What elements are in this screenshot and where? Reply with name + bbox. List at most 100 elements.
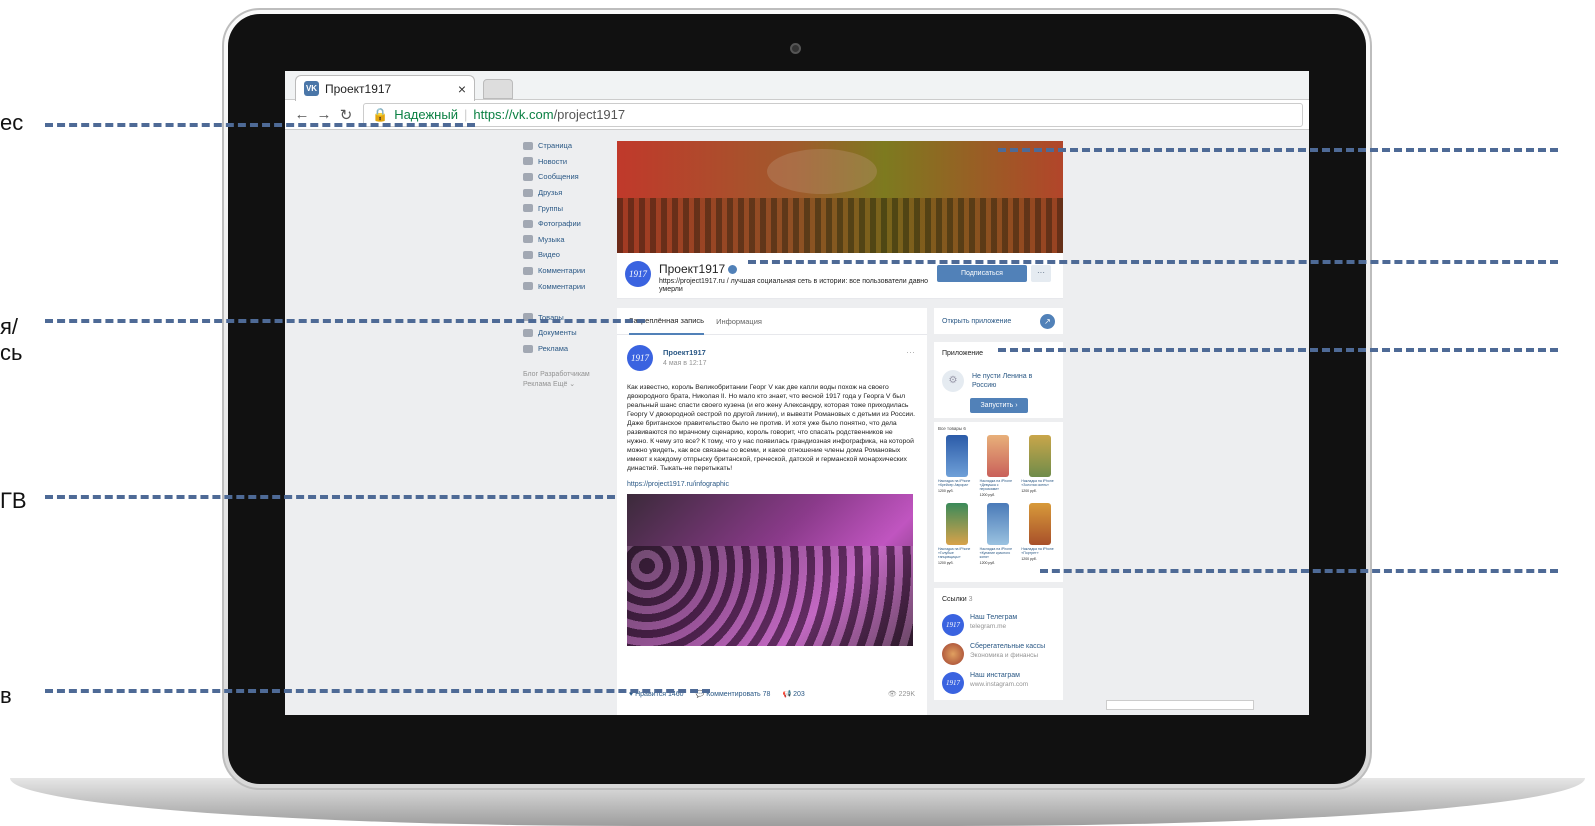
subscribe-button[interactable]: Подписаться xyxy=(937,265,1027,282)
app-name[interactable]: Не пусти Ленина в Россию xyxy=(972,372,1052,390)
nav-item-label: Реклама xyxy=(538,344,569,354)
goods-item[interactable]: Накладка на iPhone «Портрет» 1200 руб. xyxy=(1021,503,1059,567)
left-nav-item[interactable]: Комментарии xyxy=(523,278,613,294)
nav-item-icon xyxy=(523,250,533,259)
nav-item-label: Музыка xyxy=(538,234,565,244)
goods-item[interactable]: Накладка на iPhone «Купание красного кон… xyxy=(980,503,1018,567)
tab-info[interactable]: Информация xyxy=(716,317,762,326)
laptop-mockup: ес я/ сь ГВ в VK Проект1917 × ← → ↻ 🔒 На… xyxy=(0,0,1595,826)
left-nav-footer[interactable]: Блог Разработчикам Реклама Ещё ⌄ xyxy=(523,370,613,390)
guide-line-address xyxy=(45,123,475,127)
goods-caption: Накладка на iPhone «Крейсер Аврора» xyxy=(938,479,971,487)
nav-item-label: Комментарии xyxy=(538,266,586,276)
goods-caption: Накладка на iPhone «Золотая осень» xyxy=(1021,479,1054,487)
browser-tab[interactable]: VK Проект1917 × xyxy=(295,75,475,101)
vk-favicon-icon: VK xyxy=(304,81,319,96)
goods-price: 1200 руб. xyxy=(938,489,954,493)
group-more-button[interactable]: ··· xyxy=(1031,265,1051,282)
goods-caption: Накладка на iPhone «Голубые танцовщицы» xyxy=(938,547,971,559)
left-nav-item[interactable]: Новости xyxy=(523,154,613,170)
post-author[interactable]: Проект1917 xyxy=(663,348,706,357)
nav-item-icon xyxy=(523,157,533,166)
wall: Закреплённая запись Информация 1917 Прое… xyxy=(617,308,927,715)
nav-item-label: Фотографии xyxy=(538,219,581,229)
guide-line-app xyxy=(998,348,1558,352)
link-name: Наш инстаграм xyxy=(970,672,1020,679)
goods-caption: Накладка на iPhone «Девушка с персиками» xyxy=(979,479,1013,491)
post-photo[interactable] xyxy=(627,494,913,646)
run-app-button[interactable]: Запустить › xyxy=(970,398,1028,413)
goods-price: 1200 руб. xyxy=(979,493,996,497)
nav-item-label: Друзья xyxy=(538,188,563,198)
goods-item[interactable]: Накладка на iPhone «Девушка с персиками»… xyxy=(980,435,1018,499)
link-item[interactable]: 1917 Наш инстаграм www.instagram.com xyxy=(942,672,1028,694)
url-host: https://vk.com xyxy=(473,107,554,122)
nav-item-icon xyxy=(523,266,533,275)
goods-block: Все товары 6 Накладка на iPhone «Крейсер… xyxy=(934,422,1063,582)
lock-icon: 🔒 xyxy=(372,106,389,122)
link-item[interactable]: 1917 Наш Телеграм telegram.me xyxy=(942,614,1017,636)
reload-icon[interactable]: ↻ xyxy=(335,106,357,124)
new-tab-button[interactable] xyxy=(483,79,513,99)
goods-image xyxy=(945,435,968,477)
pinned-post: 1917 Проект1917 4 мая в 12:17 ··· Как из… xyxy=(617,335,927,656)
guide-line-cover xyxy=(998,148,1558,152)
side-label-1: ес xyxy=(0,110,24,135)
left-nav-item[interactable]: Реклама xyxy=(523,341,613,357)
goods-item[interactable]: Накладка на iPhone «Голубые танцовщицы» 1… xyxy=(938,503,976,567)
url-field[interactable]: 🔒 Надежный | https://vk.com/project1917 xyxy=(363,102,1303,127)
left-nav-item[interactable]: Музыка xyxy=(523,232,613,248)
goods-image xyxy=(987,503,1010,545)
goods-item[interactable]: Накладка на iPhone «Крейсер Аврора» 1200 … xyxy=(938,435,976,499)
nav-item-icon xyxy=(523,328,533,337)
guide-line-post xyxy=(45,495,615,499)
chat-box[interactable] xyxy=(1106,700,1254,710)
link-name: Сберегательные кассы xyxy=(970,643,1046,650)
nav-item-label: Документы xyxy=(538,328,577,338)
app-gear-icon: ⚙ xyxy=(942,370,964,392)
left-nav-item[interactable] xyxy=(523,294,613,310)
goods-image xyxy=(1029,503,1052,545)
left-nav-item[interactable]: Страница xyxy=(523,138,613,154)
left-nav-item[interactable]: Сообщения xyxy=(523,169,613,185)
back-icon[interactable]: ← xyxy=(291,106,313,123)
group-avatar[interactable]: 1917 xyxy=(625,261,651,287)
post-more-icon[interactable]: ··· xyxy=(906,347,915,357)
left-nav-item[interactable]: Фотографии xyxy=(523,216,613,232)
goods-item[interactable]: Накладка на iPhone «Золотая осень» 1200 р… xyxy=(1021,435,1059,499)
post-text: Как известно, король Великобритании Геор… xyxy=(627,384,915,472)
tab-close-icon[interactable]: × xyxy=(458,81,466,97)
link-avatar xyxy=(942,643,964,665)
links-block: Ссылки 3 1917 Наш Телеграм telegram.me Сбер… xyxy=(934,588,1063,700)
side-label-3: сь xyxy=(0,340,23,365)
nav-item-label: Новости xyxy=(538,156,568,166)
nav-item-label: Группы xyxy=(538,203,563,213)
link-item[interactable]: Сберегательные кассы Экономика и финансы xyxy=(942,643,1045,665)
post-link[interactable]: https://project1917.ru/infographic xyxy=(627,481,917,488)
post-date[interactable]: 4 мая в 12:17 xyxy=(663,360,706,367)
left-nav-item[interactable]: Видео xyxy=(523,247,613,263)
goods-price: 1200 руб. xyxy=(979,561,996,565)
guide-line-actions xyxy=(45,689,710,693)
camera-icon xyxy=(790,43,801,54)
nav-item-label: Страница xyxy=(538,141,572,151)
left-nav-item[interactable]: Группы xyxy=(523,200,613,216)
guide-line-subscribe xyxy=(748,260,1558,264)
security-label: Надежный xyxy=(394,107,458,122)
share-button[interactable]: 📢 203 xyxy=(782,690,804,698)
nav-item-icon xyxy=(523,172,533,181)
nav-item-label: Комментарии xyxy=(538,281,586,291)
open-app-block[interactable]: Открыть приложение ↗ xyxy=(934,308,1063,334)
url-path: /project1917 xyxy=(553,107,626,122)
left-nav-item[interactable]: Друзья xyxy=(523,185,613,201)
forward-icon[interactable]: → xyxy=(313,106,335,123)
goods-title[interactable]: Все товары 6 xyxy=(938,426,1059,431)
nav-item-icon xyxy=(523,204,533,213)
nav-item-icon xyxy=(523,344,533,353)
group-status: https://project1917.ru / лучшая социальн… xyxy=(659,278,929,293)
goods-grid: Накладка на iPhone «Крейсер Аврора» 1200 … xyxy=(938,435,1059,567)
left-nav-item[interactable]: Комментарии xyxy=(523,263,613,279)
post-avatar[interactable]: 1917 xyxy=(627,345,653,371)
left-nav-item[interactable]: Документы xyxy=(523,325,613,341)
link-sub: Экономика и финансы xyxy=(970,652,1039,659)
